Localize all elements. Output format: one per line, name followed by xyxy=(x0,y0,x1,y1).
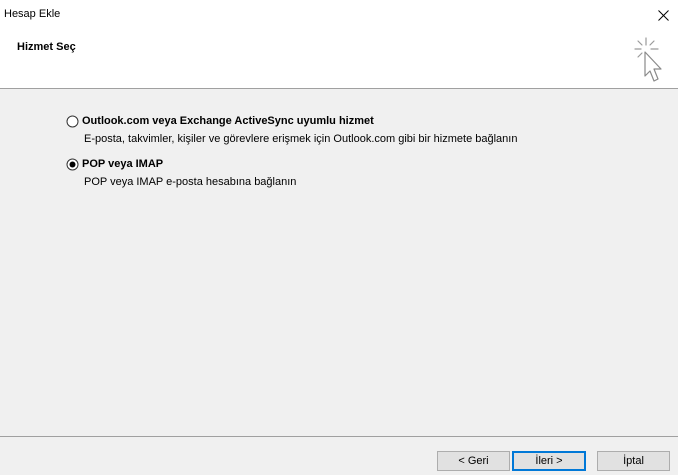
wizard-footer: < Geri İleri > İptal xyxy=(0,437,678,475)
back-button[interactable]: < Geri xyxy=(437,451,510,471)
option-outlook-exchange-description: E-posta, takvimler, kişiler ve görevlere… xyxy=(84,133,518,145)
next-button[interactable]: İleri > xyxy=(512,451,586,471)
option-outlook-exchange-label[interactable]: Outlook.com veya Exchange ActiveSync uyu… xyxy=(82,115,374,127)
cancel-button[interactable]: İptal xyxy=(597,451,670,471)
radio-pop-imap[interactable] xyxy=(66,158,79,171)
service-selection-panel: Outlook.com veya Exchange ActiveSync uyu… xyxy=(0,89,678,436)
option-pop-imap-label[interactable]: POP veya IMAP xyxy=(82,158,163,170)
close-icon xyxy=(657,9,669,21)
close-button[interactable] xyxy=(648,0,678,30)
window-title: Hesap Ekle xyxy=(4,8,61,20)
wizard-header: Hizmet Seç xyxy=(0,30,678,88)
radio-outlook-exchange[interactable] xyxy=(66,115,79,128)
wizard-cursor-icon xyxy=(634,37,662,82)
option-pop-imap-description: POP veya IMAP e-posta hesabına bağlanın xyxy=(84,176,297,188)
page-title: Hizmet Seç xyxy=(17,41,76,53)
title-bar: Hesap Ekle xyxy=(0,0,678,30)
add-account-dialog: Hesap Ekle Hizmet Seç Outlook.com veya E… xyxy=(0,0,678,475)
